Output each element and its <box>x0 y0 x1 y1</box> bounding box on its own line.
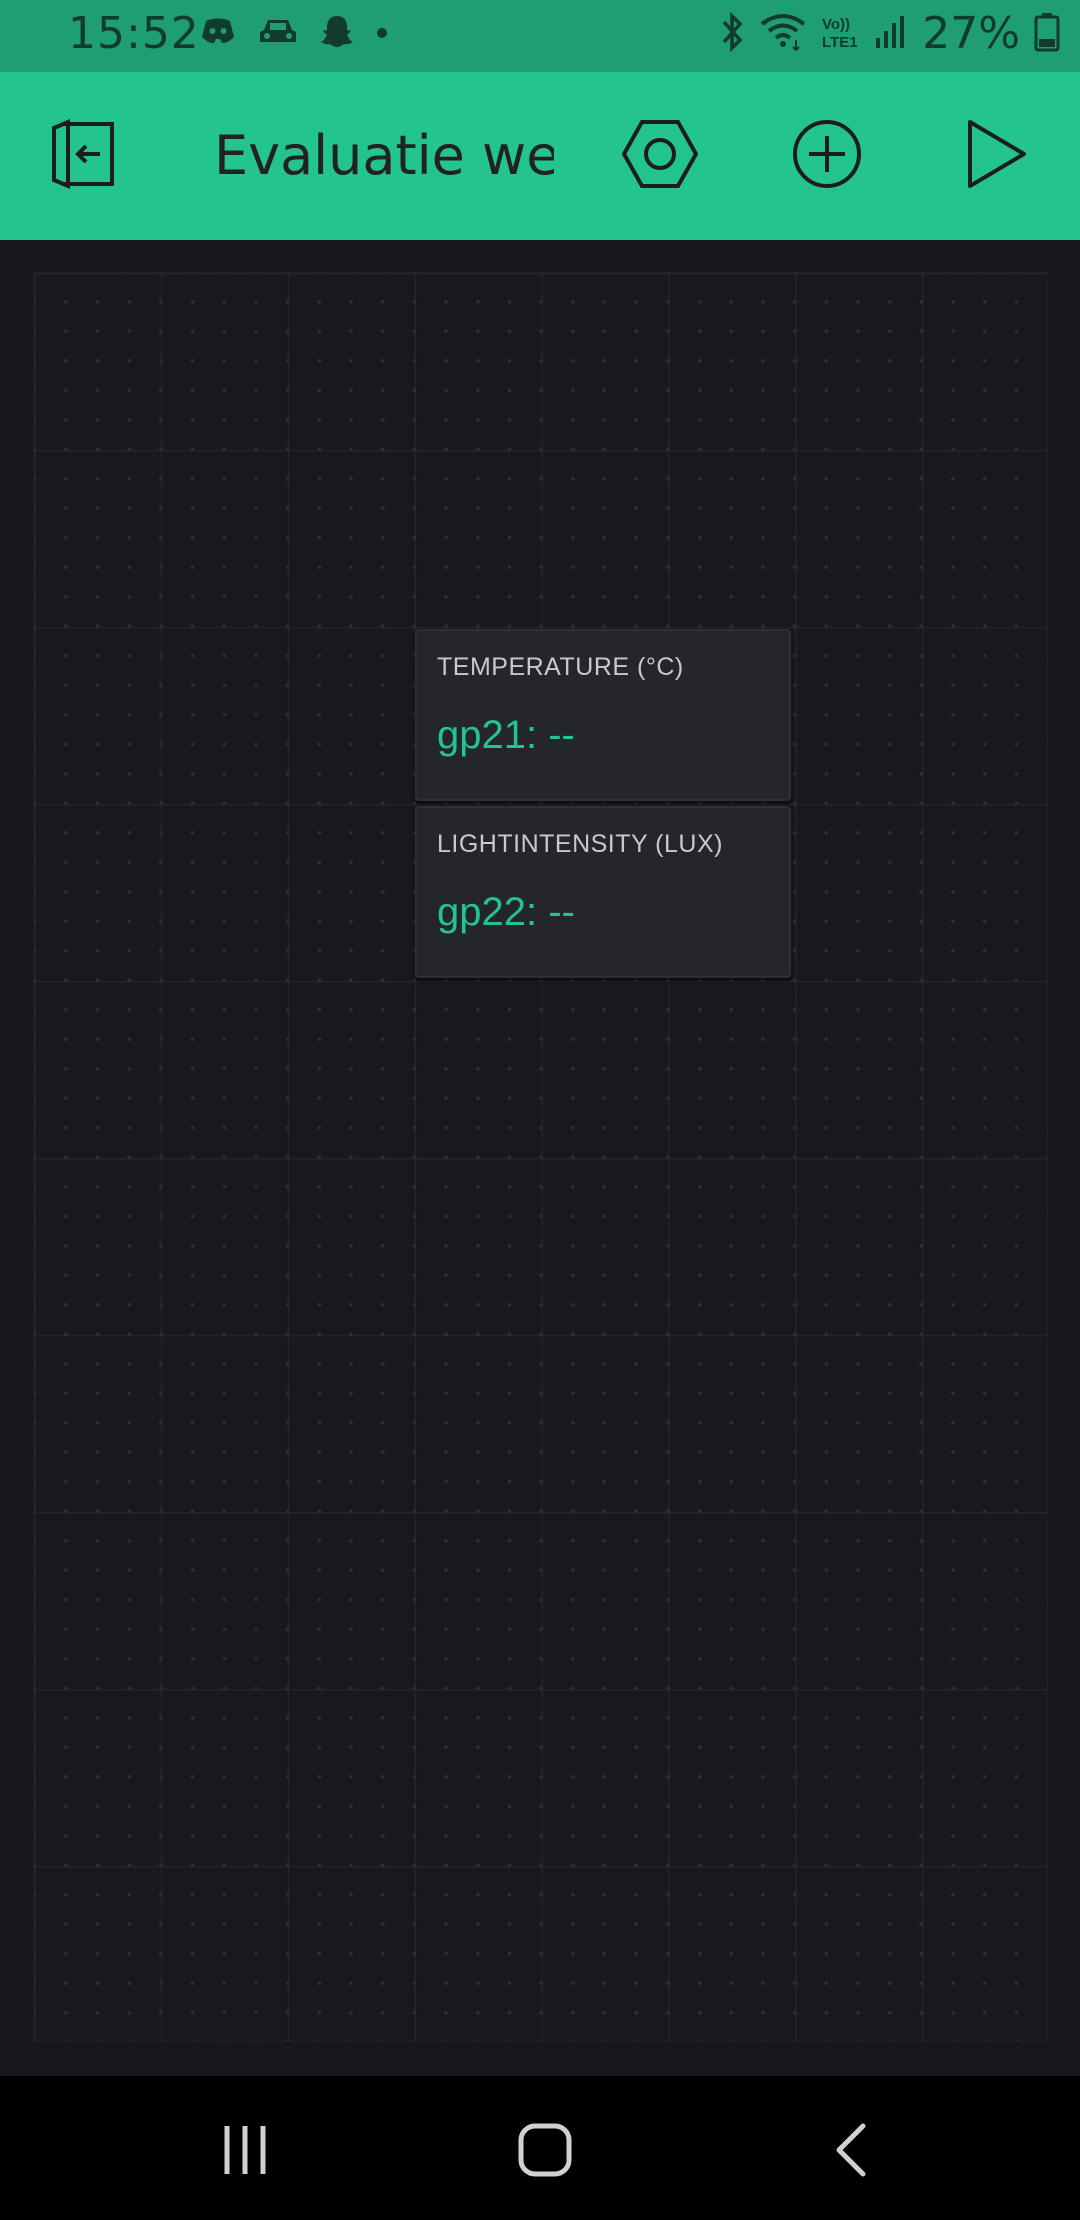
svg-text:Vo)): Vo)) <box>822 16 850 33</box>
status-time: 15:52 <box>68 8 200 59</box>
add-icon <box>789 116 865 196</box>
recents-icon <box>215 2122 275 2182</box>
temperature-widget[interactable]: TEMPERATURE (°C) gp21: -- <box>415 629 791 801</box>
home-icon <box>515 2120 575 2184</box>
svg-text:LTE1: LTE1 <box>822 34 858 51</box>
notification-icons <box>200 14 388 52</box>
system-icons: Vo)) LTE1 27% <box>718 8 1060 59</box>
settings-hexagon-icon <box>621 116 699 196</box>
volte-icon: Vo)) LTE1 <box>820 12 860 56</box>
lightintensity-widget[interactable]: LIGHTINTENSITY (LUX) gp22: -- <box>415 806 791 978</box>
dot-icon <box>376 24 388 43</box>
exit-project-button[interactable] <box>42 114 126 198</box>
home-button[interactable] <box>500 2112 590 2192</box>
widget-value: gp22: -- <box>437 890 575 934</box>
project-title[interactable]: Evaluatie wee <box>214 120 554 192</box>
settings-button[interactable] <box>618 114 702 198</box>
back-icon <box>825 2120 875 2184</box>
widget-canvas[interactable] <box>33 272 1048 2042</box>
back-button[interactable] <box>805 2112 895 2192</box>
widget-value: gp21: -- <box>437 713 575 757</box>
snapchat-icon <box>320 14 354 52</box>
navigation-bar <box>0 2076 1080 2220</box>
exit-icon <box>46 116 122 196</box>
bluetooth-icon <box>718 11 746 56</box>
recents-button[interactable] <box>200 2112 290 2192</box>
signal-icon <box>874 14 908 54</box>
widget-label: TEMPERATURE (°C) <box>437 653 684 681</box>
wifi-icon <box>760 12 806 56</box>
widget-label: LIGHTINTENSITY (LUX) <box>437 830 723 858</box>
app-bar: Evaluatie wee <box>0 72 1080 240</box>
car-icon <box>258 16 298 50</box>
status-bar: 15:52 Vo)) LTE1 27% <box>0 0 1080 72</box>
discord-icon <box>200 17 236 49</box>
battery-percentage: 27% <box>922 8 1020 59</box>
play-button[interactable] <box>952 114 1036 198</box>
add-widget-button[interactable] <box>785 114 869 198</box>
battery-icon <box>1034 12 1060 56</box>
play-icon <box>956 116 1032 196</box>
